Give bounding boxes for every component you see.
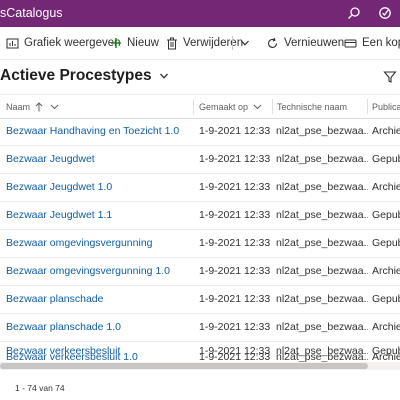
plus-icon xyxy=(111,38,121,48)
table-row[interactable]: Bezwaar Jeugdwet 1.0 1-9-2021 12:33 nl2a… xyxy=(0,173,400,202)
created-on-cell: 1-9-2021 12:33 xyxy=(199,125,271,137)
command-bar: Grafiek weergeven Nieuw Verwijderen Vern… xyxy=(0,27,400,60)
column-header-name[interactable]: Naam xyxy=(6,95,192,118)
table-row[interactable]: Bezwaar omgevingsvergunning 1.0 1-9-2021… xyxy=(0,257,400,286)
publication-cell: Gepub xyxy=(372,209,400,221)
link-icon xyxy=(344,39,357,47)
created-on-cell: 1-9-2021 12:33 xyxy=(199,265,271,277)
show-chart-label: Grafiek weergeven xyxy=(24,37,121,49)
column-name-label: Naam xyxy=(6,101,31,112)
publication-cell: Archie xyxy=(372,353,400,362)
column-created-label: Gemaakt op xyxy=(199,101,249,112)
horizontal-scrollbar[interactable] xyxy=(0,362,400,370)
search-icon[interactable] xyxy=(345,4,363,22)
column-header-created[interactable]: Gemaakt op xyxy=(199,95,269,118)
created-on-cell: 1-9-2021 12:33 xyxy=(199,321,271,333)
sort-up-icon xyxy=(35,101,43,111)
created-on-cell: 1-9-2021 12:33 xyxy=(199,237,271,249)
technical-name-cell: nl2at_pse_bezwaa... xyxy=(276,353,368,362)
view-selector[interactable]: Actieve Procestypes xyxy=(0,67,169,85)
column-divider[interactable] xyxy=(367,99,368,114)
publication-cell: Gepub xyxy=(372,237,400,249)
table-row[interactable]: Bezwaar planschade 1-9-2021 12:33 nl2at_… xyxy=(0,285,400,314)
delete-label: Verwijderen xyxy=(183,37,244,49)
record-name-link[interactable]: Bezwaar Jeugdwet 1.1 xyxy=(6,201,190,229)
trash-icon xyxy=(167,37,177,49)
column-divider[interactable] xyxy=(193,99,194,114)
technical-name-cell: nl2at_pse_bezwaa... xyxy=(276,153,368,165)
table-row[interactable]: Bezwaar planschade 1.0 1-9-2021 12:33 nl… xyxy=(0,313,400,342)
created-on-cell: 1-9-2021 12:33 xyxy=(199,153,271,165)
new-label: Nieuw xyxy=(127,37,159,49)
technical-name-cell: nl2at_pse_bezwaa... xyxy=(276,181,368,193)
chevron-down-icon xyxy=(159,73,168,79)
technical-name-cell: nl2at_pse_bezwaa... xyxy=(276,209,368,221)
filter-icon[interactable] xyxy=(383,70,397,84)
record-count: 1 - 74 van 74 xyxy=(15,383,65,393)
app-header: sCatalogus xyxy=(0,0,400,27)
assistant-icon[interactable] xyxy=(376,4,394,22)
technical-name-cell: nl2at_pse_bezwaa... xyxy=(276,293,368,305)
column-pub-label: Publicat xyxy=(372,101,400,112)
table-row[interactable]: Bezwaar Jeugdwet 1-9-2021 12:33 nl2at_ps… xyxy=(0,145,400,174)
technical-name-cell: nl2at_pse_bezwaa... xyxy=(276,237,368,249)
table-row[interactable]: Bezwaar omgevingsvergunning 1-9-2021 12:… xyxy=(0,229,400,258)
table-row[interactable]: Bezwaar verkeersbesluit 1.0 1-9-2021 12:… xyxy=(0,353,400,362)
column-header-tech-name[interactable]: Technische naam xyxy=(277,95,365,118)
column-divider[interactable] xyxy=(272,99,273,114)
link-button[interactable]: Een koppe xyxy=(344,35,400,51)
app-title[interactable]: sCatalogus xyxy=(0,6,63,20)
scrollbar-thumb[interactable] xyxy=(0,363,368,369)
record-name-link[interactable]: Bezwaar omgevingsvergunning xyxy=(6,229,190,257)
refresh-icon xyxy=(267,37,278,48)
publication-cell: Archie xyxy=(372,321,400,333)
technical-name-cell: nl2at_pse_bezwaa... xyxy=(276,265,368,277)
chevron-down-icon xyxy=(50,104,59,110)
view-title: Actieve Procestypes xyxy=(0,67,152,84)
chevron-down-icon xyxy=(253,104,262,110)
created-on-cell: 1-9-2021 12:33 xyxy=(199,353,271,362)
table-row[interactable]: Bezwaar Handhaving en Toezicht 1.0 1-9-2… xyxy=(0,117,400,146)
new-button[interactable]: Nieuw xyxy=(110,35,159,51)
record-name-link[interactable]: Bezwaar Jeugdwet 1.0 xyxy=(6,173,190,201)
record-name-link[interactable]: Bezwaar omgevingsvergunning 1.0 xyxy=(6,257,190,285)
column-tech-label: Technische naam xyxy=(277,101,348,112)
record-name-link[interactable]: Bezwaar Jeugdwet xyxy=(6,145,190,173)
more-commands-chevron-down-icon[interactable] xyxy=(240,35,255,51)
chart-icon xyxy=(6,38,19,48)
table-row[interactable]: Bezwaar Jeugdwet 1.1 1-9-2021 12:33 nl2a… xyxy=(0,201,400,230)
publication-cell: Archie xyxy=(372,181,400,193)
record-name-link[interactable]: Bezwaar planschade xyxy=(6,285,190,313)
publication-cell: Archie xyxy=(372,125,400,137)
show-chart-button[interactable]: Grafiek weergeven xyxy=(6,35,121,51)
record-name-link[interactable]: Bezwaar Handhaving en Toezicht 1.0 xyxy=(6,117,190,145)
publication-cell: Archie xyxy=(372,265,400,277)
technical-name-cell: nl2at_pse_bezwaa... xyxy=(276,125,368,137)
record-name-link[interactable]: Bezwaar verkeersbesluit 1.0 xyxy=(6,353,190,362)
link-label: Een koppe xyxy=(362,37,400,49)
refresh-label: Vernieuwen xyxy=(284,37,345,49)
publication-cell: Gepub xyxy=(372,153,400,165)
column-header-publication[interactable]: Publicat xyxy=(372,95,400,118)
technical-name-cell: nl2at_pse_bezwaa... xyxy=(276,321,368,333)
refresh-button[interactable]: Vernieuwen xyxy=(266,35,344,51)
grid-header: Naam Gemaakt op Technische naam Publicat xyxy=(0,94,400,119)
created-on-cell: 1-9-2021 12:33 xyxy=(199,181,271,193)
record-name-link[interactable]: Bezwaar planschade 1.0 xyxy=(6,313,190,341)
created-on-cell: 1-9-2021 12:33 xyxy=(199,209,271,221)
publication-cell: Gepub xyxy=(372,293,400,305)
command-separator xyxy=(232,36,233,50)
created-on-cell: 1-9-2021 12:33 xyxy=(199,293,271,305)
